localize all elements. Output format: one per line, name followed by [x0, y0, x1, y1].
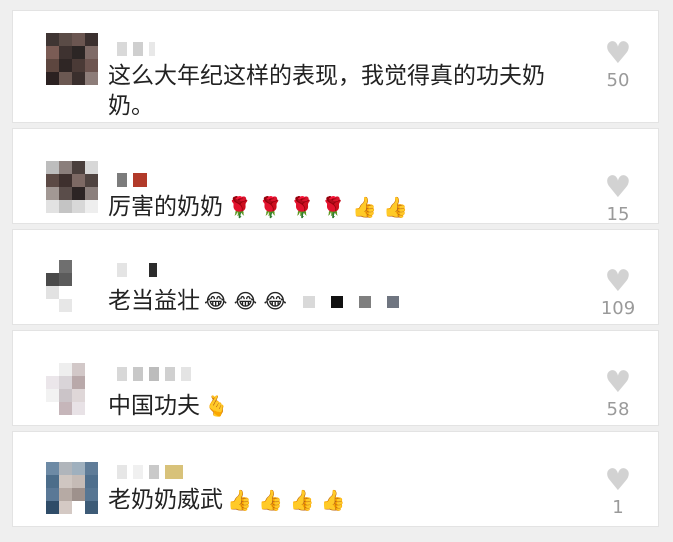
- username[interactable]: [117, 42, 155, 56]
- emoji-set: 😂 😂 😂: [204, 289, 287, 313]
- username[interactable]: [117, 173, 147, 187]
- avatar[interactable]: [46, 462, 98, 514]
- heart-icon: ♥: [604, 264, 632, 299]
- like-button[interactable]: ♥ 50: [598, 39, 638, 91]
- username[interactable]: [117, 367, 191, 381]
- heart-icon: ♥: [604, 36, 632, 71]
- blurred-block: [330, 295, 343, 308]
- avatar[interactable]: [46, 363, 98, 415]
- like-count: 15: [606, 204, 630, 225]
- emoji-set: 🌹 🌹 🌹 🌹 👍 👍: [227, 195, 409, 219]
- comment-text: 厉害的奶奶 🌹 🌹 🌹 🌹 👍 👍: [108, 192, 558, 222]
- comment-body: 中国功夫: [108, 393, 200, 419]
- comment-text: 老当益壮 😂 😂 😂: [108, 286, 558, 316]
- comment-card: 这么大年纪这样的表现，我觉得真的功夫奶奶。 ♥ 50: [12, 10, 659, 123]
- comment-body: 这么大年纪这样的表现，我觉得真的功夫奶奶。: [108, 63, 545, 119]
- comment-card: 老奶奶威武 👍 👍 👍 👍 ♥ 1: [12, 431, 659, 527]
- comment-card: 中国功夫 🫰 ♥ 58: [12, 330, 659, 426]
- avatar[interactable]: [46, 260, 98, 312]
- like-count: 50: [606, 70, 630, 91]
- comment-body: 厉害的奶奶: [108, 194, 223, 220]
- blurred-block: [358, 295, 371, 308]
- like-button[interactable]: ♥ 109: [598, 267, 638, 319]
- username[interactable]: [117, 465, 183, 479]
- comment-card: 厉害的奶奶 🌹 🌹 🌹 🌹 👍 👍 ♥ 15: [12, 128, 659, 225]
- like-count: 1: [612, 497, 624, 518]
- blurred-block: [302, 295, 315, 308]
- comment-body: 老当益壮: [108, 288, 200, 314]
- comment-text: 中国功夫 🫰: [108, 391, 558, 421]
- emoji-set: 👍 👍 👍 👍: [227, 488, 346, 512]
- like-button[interactable]: ♥ 58: [598, 368, 638, 420]
- comment-text: 这么大年纪这样的表现，我觉得真的功夫奶奶。: [108, 61, 558, 121]
- like-button[interactable]: ♥ 1: [598, 466, 638, 518]
- comment-text: 老奶奶威武 👍 👍 👍 👍: [108, 485, 558, 515]
- like-button[interactable]: ♥ 15: [598, 173, 638, 225]
- avatar[interactable]: [46, 33, 98, 85]
- avatar[interactable]: [46, 161, 98, 213]
- emoji-set: 🫰: [204, 394, 229, 418]
- heart-icon: ♥: [604, 463, 632, 498]
- comment-card: 老当益壮 😂 😂 😂 ♥ 109: [12, 229, 659, 325]
- username[interactable]: [117, 263, 157, 277]
- like-count: 109: [600, 298, 636, 319]
- comment-body: 老奶奶威武: [108, 487, 223, 513]
- like-count: 58: [606, 399, 630, 420]
- heart-icon: ♥: [604, 365, 632, 400]
- heart-icon: ♥: [604, 170, 632, 205]
- blurred-block: [386, 295, 399, 308]
